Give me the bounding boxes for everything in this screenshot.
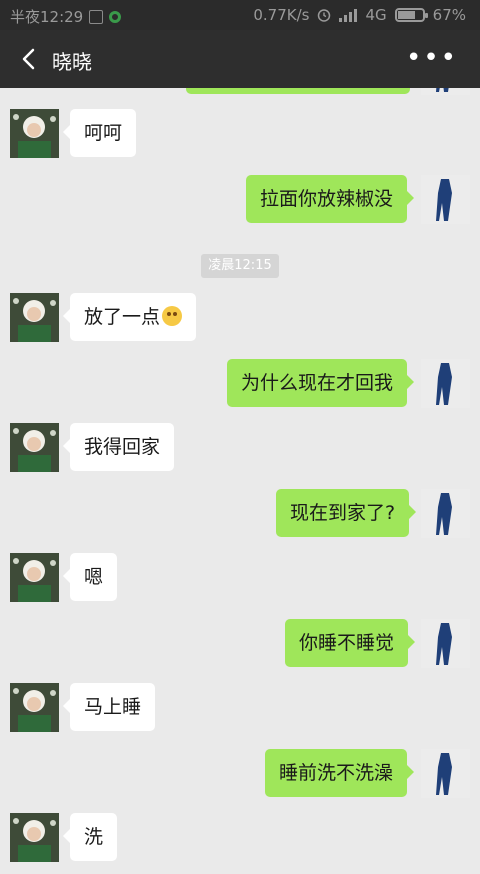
message-text: 拉面你放辣椒没 bbox=[260, 188, 394, 210]
chat-header: 晓晓 ••• bbox=[0, 30, 480, 88]
message-bubble[interactable]: 嗯 bbox=[62, 553, 118, 601]
contact-avatar[interactable] bbox=[10, 293, 59, 342]
status-right: 0.77K/s 4G 67% bbox=[253, 6, 466, 24]
message-bubble[interactable]: 呵呵 bbox=[62, 109, 137, 157]
signal-icon bbox=[339, 8, 358, 22]
contact-avatar[interactable] bbox=[10, 813, 59, 862]
partial-message-bubble[interactable] bbox=[186, 88, 410, 94]
status-left: 半夜12:29 bbox=[10, 6, 122, 27]
message-bubble[interactable]: 马上睡 bbox=[62, 683, 156, 731]
alarm-icon bbox=[318, 9, 331, 22]
battery-icon bbox=[394, 8, 428, 22]
message-text: 我得回家 bbox=[84, 436, 161, 458]
battery-percent: 67% bbox=[432, 6, 466, 24]
message-bubble[interactable]: 现在到家了? bbox=[276, 489, 417, 537]
message-bubble[interactable]: 拉面你放辣椒没 bbox=[246, 175, 415, 223]
message-text: 洗 bbox=[84, 826, 104, 848]
status-bar: 半夜12:29 0.77K/s 4G 67% bbox=[0, 0, 480, 30]
notification-icon bbox=[89, 9, 104, 24]
self-avatar[interactable] bbox=[421, 88, 470, 95]
status-time: 半夜12:29 bbox=[10, 8, 84, 26]
message-bubble[interactable]: 放了一点 bbox=[62, 293, 197, 341]
contact-avatar[interactable] bbox=[10, 423, 59, 472]
message-text: 嗯 bbox=[84, 566, 104, 588]
message-text: 睡前洗不洗澡 bbox=[279, 762, 394, 784]
more-icon[interactable]: ••• bbox=[406, 45, 458, 71]
message-text: 呵呵 bbox=[84, 122, 123, 144]
blushing-emoji-icon bbox=[162, 306, 183, 326]
self-avatar[interactable] bbox=[421, 489, 470, 538]
message-text: 现在到家了? bbox=[290, 502, 396, 524]
message-text: 为什么现在才回我 bbox=[241, 372, 394, 394]
network-type: 4G bbox=[365, 6, 387, 24]
app-ring-icon bbox=[109, 10, 122, 23]
message-text: 你睡不睡觉 bbox=[299, 632, 395, 654]
timestamp: 凌晨12:15 bbox=[201, 254, 279, 278]
message-bubble[interactable]: 我得回家 bbox=[62, 423, 175, 471]
contact-avatar[interactable] bbox=[10, 109, 59, 158]
message-text: 马上睡 bbox=[84, 696, 142, 718]
chat-title: 晓晓 bbox=[52, 50, 92, 74]
message-bubble[interactable]: 洗 bbox=[62, 813, 118, 861]
message-bubble[interactable]: 睡前洗不洗澡 bbox=[265, 749, 415, 797]
message-bubble[interactable]: 你睡不睡觉 bbox=[285, 619, 416, 667]
contact-avatar[interactable] bbox=[10, 553, 59, 602]
message-bubble[interactable]: 为什么现在才回我 bbox=[227, 359, 415, 407]
self-avatar[interactable] bbox=[421, 619, 470, 668]
message-text: 放了一点 bbox=[84, 306, 161, 328]
chevron-left-icon[interactable] bbox=[18, 47, 42, 71]
contact-avatar[interactable] bbox=[10, 683, 59, 732]
network-speed: 0.77K/s bbox=[253, 6, 310, 24]
self-avatar[interactable] bbox=[421, 175, 470, 224]
chat-area[interactable]: 呵呵 拉面你放辣椒没 凌晨12:15 放了一点 为什么现在才回我 我得回家 现在… bbox=[0, 88, 480, 874]
self-avatar[interactable] bbox=[421, 359, 470, 408]
self-avatar[interactable] bbox=[421, 749, 470, 798]
